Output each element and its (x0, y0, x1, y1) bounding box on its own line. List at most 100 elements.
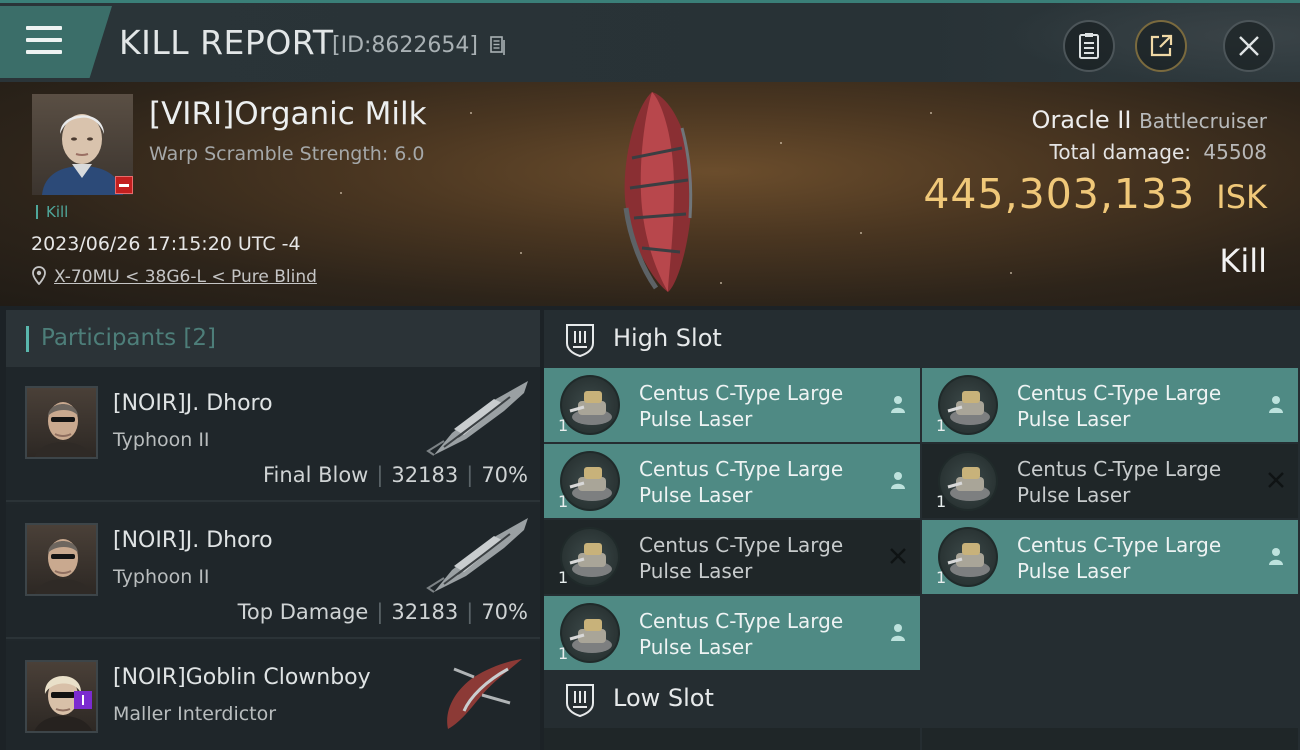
destroyed-x-icon (1268, 472, 1284, 488)
share-button[interactable] (1135, 20, 1187, 72)
pulse-laser-icon (938, 527, 998, 587)
isk-amount: 445,303,133 (923, 170, 1196, 218)
participant-ship: Typhoon II (113, 429, 210, 451)
module-quantity: 1 (558, 492, 569, 511)
module-name: Centus C-Type Large Pulse Laser (1017, 533, 1222, 583)
participant-stats: Top Damage | 32183 | 70% (237, 600, 528, 624)
destroyed-x-icon (890, 548, 906, 564)
clipboard-button[interactable] (1063, 20, 1115, 72)
participant-damage: 32183 (391, 600, 459, 624)
participant-stats: Final Blow | 32183 | 70% (263, 463, 528, 487)
share-icon (1150, 34, 1173, 57)
module-quantity: 1 (936, 568, 947, 587)
top-bar: KILL REPORT [ID:8622654] (0, 0, 1300, 85)
total-damage: Total damage: 45508 (1050, 140, 1267, 164)
pulse-laser-icon (560, 527, 620, 587)
page-title: KILL REPORT (119, 23, 334, 62)
pilot-portrait-icon (34, 539, 93, 594)
hamburger-icon (26, 26, 62, 62)
fitting-module-partial[interactable] (922, 728, 1298, 750)
participant-name[interactable]: [NOIR]J. Dhoro (113, 391, 273, 416)
copy-icon[interactable] (490, 36, 506, 56)
participant-percent: 70% (481, 463, 528, 487)
dropped-person-icon (891, 472, 905, 489)
module-quantity: 1 (558, 416, 569, 435)
module-quantity: 1 (936, 416, 947, 435)
module-name: Centus C-Type Large Pulse Laser (639, 457, 844, 507)
fitting-module[interactable]: 1 Centus C-Type Large Pulse Laser (544, 520, 920, 594)
participant-damage: 32183 (391, 463, 459, 487)
close-icon (1239, 36, 1259, 56)
location-pin-icon (32, 266, 46, 285)
low-slot-header: Low Slot (544, 670, 1300, 727)
module-name: Centus C-Type Large Pulse Laser (639, 609, 844, 659)
participant-row[interactable]: [NOIR]Goblin Clownboy Maller Interdictor (6, 641, 540, 750)
participant-ship-image (447, 659, 522, 729)
menu-button[interactable] (0, 6, 112, 78)
module-name: Centus C-Type Large Pulse Laser (639, 533, 844, 583)
participant-ship: Typhoon II (113, 566, 210, 588)
participant-ship: Maller Interdictor (113, 703, 277, 725)
location-link[interactable]: X-70MU < 38G6-L < Pure Blind (54, 267, 317, 287)
victim-banner: [VIRI]Organic Milk Warp Scramble Strengt… (0, 82, 1300, 306)
fitting-module[interactable]: 1 Centus C-Type Large Pulse Laser (544, 596, 920, 670)
pulse-laser-icon (938, 375, 998, 435)
fitting-module-partial[interactable] (544, 728, 920, 750)
close-button[interactable] (1223, 20, 1275, 72)
total-damage-label: Total damage: (1049, 140, 1192, 164)
ship-name: Oracle II (1031, 106, 1132, 134)
low-slot-icon (566, 684, 594, 717)
dropped-person-icon (1269, 396, 1283, 413)
participants-panel: Participants [2] [NOIR]J. Dhoro Typhoon … (6, 310, 540, 750)
low-slot-title: Low Slot (613, 684, 714, 712)
fitting-module[interactable]: 1 Centus C-Type Large Pulse Laser (544, 368, 920, 442)
module-name: Centus C-Type Large Pulse Laser (639, 381, 844, 431)
fittings-panel: High Slot 1 Centus C-Type Large Pulse Las… (544, 310, 1300, 750)
participant-role: Final Blow (263, 463, 369, 487)
kill-id: [ID:8622654] (332, 33, 478, 58)
victim-ship-image[interactable] (612, 88, 702, 296)
pulse-laser-icon (560, 603, 620, 663)
pulse-laser-icon (560, 451, 620, 511)
pulse-laser-icon (938, 451, 998, 511)
module-name: Centus C-Type Large Pulse Laser (1017, 457, 1222, 507)
pulse-laser-icon (560, 375, 620, 435)
total-damage-value: 45508 (1203, 140, 1267, 164)
fitting-module[interactable]: 1 Centus C-Type Large Pulse Laser (544, 444, 920, 518)
dropped-person-icon (891, 624, 905, 641)
high-slot-icon (566, 324, 594, 357)
kill-tag: Kill (36, 205, 68, 220)
participant-role: Top Damage (237, 600, 369, 624)
participants-header: Participants [2] (6, 310, 540, 367)
high-slot-title: High Slot (613, 324, 722, 352)
participant-avatar[interactable] (25, 523, 98, 596)
module-quantity: 1 (558, 568, 569, 587)
isk-unit: ISK (1216, 178, 1267, 216)
ship-class: Battlecruiser (1139, 109, 1267, 133)
dropped-person-icon (891, 396, 905, 413)
fitting-module[interactable]: 1 Centus C-Type Large Pulse Laser (922, 444, 1298, 518)
kill-timestamp: 2023/06/26 17:15:20 UTC -4 (31, 233, 301, 255)
fitting-module[interactable]: 1 Centus C-Type Large Pulse Laser (922, 520, 1298, 594)
participant-percent: 70% (481, 600, 528, 624)
high-slot-header: High Slot (544, 310, 1300, 367)
victim-name[interactable]: [VIRI]Organic Milk (149, 96, 427, 132)
isk-value: 445,303,133 ISK (923, 170, 1267, 218)
participants-title: Participants [2] (41, 325, 216, 351)
module-quantity: 1 (558, 644, 569, 663)
participant-ship-image (426, 518, 528, 593)
participant-name[interactable]: [NOIR]J. Dhoro (113, 528, 273, 553)
warp-scramble-strength: Warp Scramble Strength: 6.0 (149, 143, 425, 165)
participant-avatar[interactable] (25, 386, 98, 459)
alliance-badge (74, 691, 92, 709)
clipboard-icon (1079, 33, 1099, 59)
accent-bar (26, 326, 29, 352)
victim-ship[interactable]: Oracle II Battlecruiser (1032, 106, 1267, 134)
participant-ship-image (426, 381, 528, 456)
dropped-person-icon (1269, 548, 1283, 565)
participant-name[interactable]: [NOIR]Goblin Clownboy (113, 665, 371, 690)
participant-row[interactable]: [NOIR]J. Dhoro Typhoon II Final Blow | 321… (6, 367, 540, 502)
fitting-module[interactable]: 1 Centus C-Type Large Pulse Laser (922, 368, 1298, 442)
module-name: Centus C-Type Large Pulse Laser (1017, 381, 1222, 431)
participant-row[interactable]: [NOIR]J. Dhoro Typhoon II Top Damage | 321… (6, 504, 540, 639)
